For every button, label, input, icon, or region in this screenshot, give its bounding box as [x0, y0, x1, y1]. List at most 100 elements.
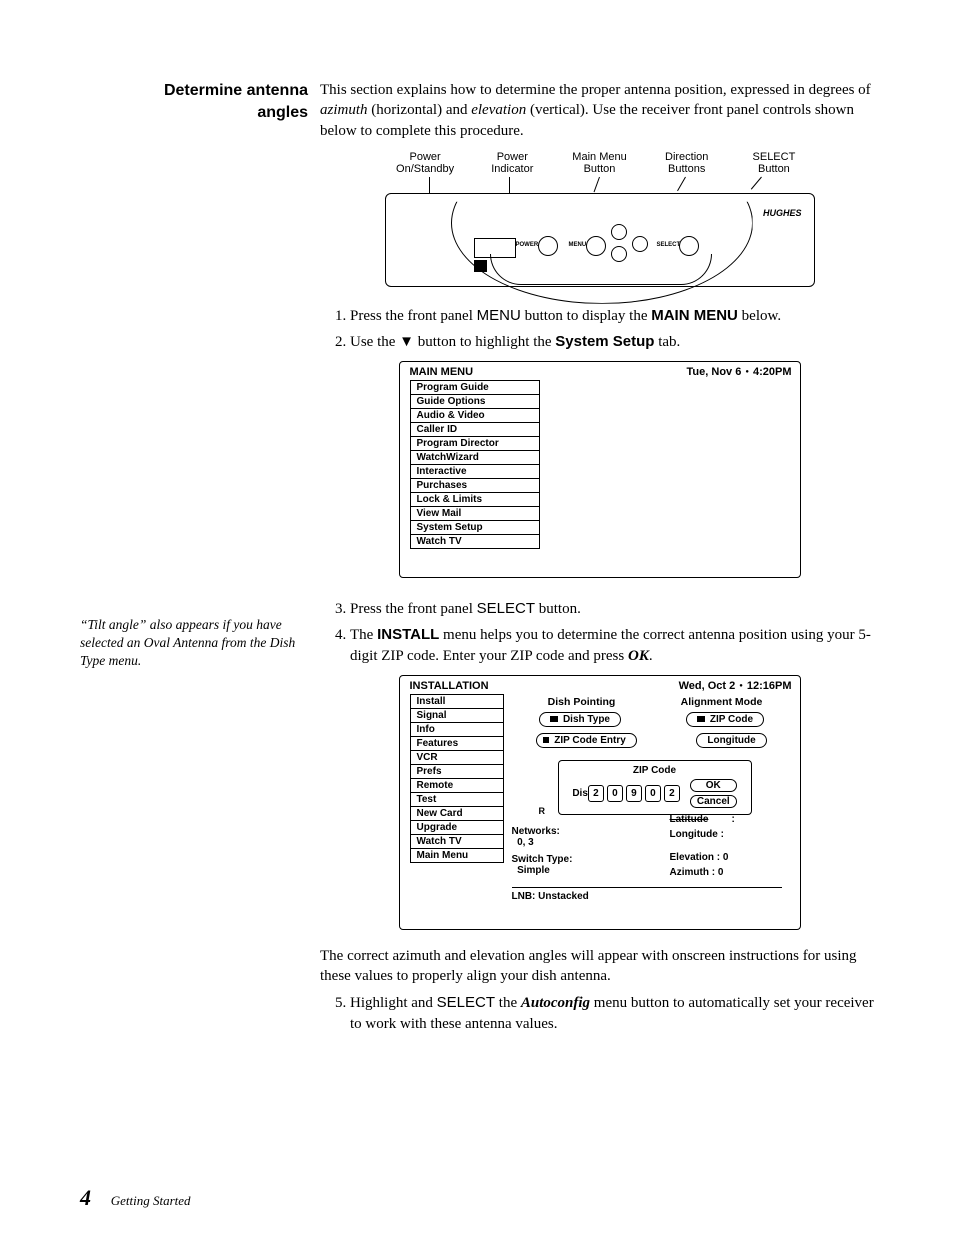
- front-panel-figure: PowerOn/Standby PowerIndicator Main Menu…: [385, 151, 815, 287]
- main-menu-screen: MAIN MENU Tue, Nov 64:20PM Program Guide…: [399, 361, 801, 578]
- mm-guide-options[interactable]: Guide Options: [411, 394, 539, 408]
- footer-title: Getting Started: [111, 1193, 191, 1208]
- dot-icon: [735, 680, 747, 692]
- callout-menu-button: Main MenuButton: [559, 151, 640, 175]
- zip-d4[interactable]: 0: [645, 785, 661, 802]
- select-button[interactable]: [679, 236, 699, 256]
- mm-program-director[interactable]: Program Director: [411, 436, 539, 450]
- mm-caller-id[interactable]: Caller ID: [411, 422, 539, 436]
- section-title: Determine antenna angles: [0, 80, 308, 123]
- section-title-line2: angles: [257, 104, 308, 121]
- zip-d3[interactable]: 9: [626, 785, 642, 802]
- page-number: 4: [80, 1185, 91, 1210]
- lbl-networks: Networks: 0, 3: [512, 826, 560, 848]
- lbl-latitude: Latitude: [670, 814, 709, 825]
- main-menu-datetime: Tue, Nov 64:20PM: [687, 366, 792, 378]
- panel-callouts: PowerOn/Standby PowerIndicator Main Menu…: [385, 151, 815, 175]
- text-autoconfig: Autoconfig: [521, 995, 590, 1011]
- installation-screen: INSTALLATION Wed, Oct 212:16PM Install S…: [399, 675, 801, 930]
- mm-watch-tv[interactable]: Watch TV: [411, 534, 539, 548]
- callout-direction-buttons: DirectionButtons: [646, 151, 727, 175]
- intro-text: This section explains how to determine t…: [320, 82, 871, 98]
- intro-elevation: elevation: [471, 102, 526, 118]
- step-2: Use the ▼ button to highlight the System…: [350, 331, 879, 353]
- intro-paragraph: This section explains how to determine t…: [320, 80, 879, 141]
- up-button[interactable]: [611, 224, 627, 240]
- install-header: INSTALLATION Wed, Oct 212:16PM: [400, 676, 800, 694]
- hdr-dish-pointing: Dish Pointing: [512, 696, 652, 708]
- down-triangle-icon: ▼: [399, 334, 414, 350]
- page-footer: 4 Getting Started: [80, 1185, 191, 1211]
- lbl-longitude: Longitude :: [670, 829, 724, 840]
- right-button[interactable]: [632, 236, 648, 252]
- mm-program-guide[interactable]: Program Guide: [411, 380, 539, 394]
- lbl-elevation: Elevation : 0: [670, 852, 729, 863]
- callout-select-button: SELECTButton: [733, 151, 814, 175]
- inst-prefs[interactable]: Prefs: [411, 764, 503, 778]
- zip-d2[interactable]: 0: [607, 785, 623, 802]
- sidenote-tilt-angle: “Tilt angle” also appears if you have se…: [80, 616, 308, 671]
- text-main-menu: MAIN MENU: [651, 307, 738, 324]
- inst-main-menu[interactable]: Main Menu: [411, 848, 503, 862]
- steps-5: Highlight and SELECT the Autoconfig menu…: [320, 992, 879, 1035]
- zip-d5[interactable]: 2: [664, 785, 680, 802]
- btn-ok[interactable]: OK: [690, 779, 737, 792]
- lbl-azimuth: Azimuth : 0: [670, 867, 724, 878]
- install-side-list: Install Signal Info Features VCR Prefs R…: [410, 694, 504, 863]
- brand-hughes: HUGHES: [763, 208, 802, 218]
- install-datetime: Wed, Oct 212:16PM: [679, 680, 792, 692]
- panel-inner-curve: [490, 254, 712, 285]
- mm-lock-limits[interactable]: Lock & Limits: [411, 492, 539, 506]
- main-menu-header: MAIN MENU Tue, Nov 64:20PM: [400, 362, 800, 380]
- btn-dish-type[interactable]: Dish Type: [539, 712, 621, 727]
- r-prefix: R: [539, 806, 546, 816]
- btn-zip-entry[interactable]: ZIP Code Entry: [536, 733, 637, 748]
- main-menu-title: MAIN MENU: [410, 366, 474, 378]
- mm-view-mail[interactable]: View Mail: [411, 506, 539, 520]
- main-menu-list: Program Guide Guide Options Audio & Vide…: [410, 380, 540, 549]
- btn-longitude[interactable]: Longitude: [696, 733, 766, 748]
- step-3: Press the front panel SELECT button.: [350, 598, 879, 620]
- intro-azimuth: azimuth: [320, 102, 368, 118]
- inst-watch-tv[interactable]: Watch TV: [411, 834, 503, 848]
- text-install: INSTALL: [377, 626, 439, 643]
- hdr-alignment-mode: Alignment Mode: [652, 696, 792, 708]
- inst-test[interactable]: Test: [411, 792, 503, 806]
- install-title: INSTALLATION: [410, 680, 489, 692]
- inst-vcr[interactable]: VCR: [411, 750, 503, 764]
- inst-upgrade[interactable]: Upgrade: [411, 820, 503, 834]
- zip-prefix-dis: Dis: [572, 788, 588, 799]
- square-icon: [543, 737, 549, 743]
- inst-install[interactable]: Install: [411, 694, 503, 708]
- callout-power-indicator: PowerIndicator: [472, 151, 553, 175]
- inst-signal[interactable]: Signal: [411, 708, 503, 722]
- down-button[interactable]: [611, 246, 627, 262]
- mm-audio-video[interactable]: Audio & Video: [411, 408, 539, 422]
- inst-info[interactable]: Info: [411, 722, 503, 736]
- section-title-line1: Determine antenna: [164, 82, 308, 99]
- sidenote-col: “Tilt angle” also appears if you have se…: [0, 594, 320, 1040]
- square-icon: [550, 716, 558, 722]
- inst-new-card[interactable]: New Card: [411, 806, 503, 820]
- steps-3-4: Press the front panel SELECT button. The…: [320, 598, 879, 667]
- mm-watchwizard[interactable]: WatchWizard: [411, 450, 539, 464]
- inst-features[interactable]: Features: [411, 736, 503, 750]
- zip-popup-title: ZIP Code: [565, 765, 745, 776]
- power-button[interactable]: [538, 236, 558, 256]
- inst-remote[interactable]: Remote: [411, 778, 503, 792]
- text-select-2: SELECT: [437, 994, 495, 1011]
- section-row-2: “Tilt angle” also appears if you have se…: [0, 594, 954, 1040]
- text-ok: OK: [628, 648, 649, 664]
- body-col-2: Press the front panel SELECT button. The…: [320, 594, 954, 1040]
- mm-system-setup[interactable]: System Setup: [411, 520, 539, 534]
- mm-purchases[interactable]: Purchases: [411, 478, 539, 492]
- btn-zip-code[interactable]: ZIP Code: [686, 712, 764, 727]
- section-row: Determine antenna angles This section ex…: [0, 80, 954, 594]
- menu-button[interactable]: [586, 236, 606, 256]
- zip-popup: ZIP Code Dis 2 0 9 0 2: [558, 760, 752, 815]
- zip-d1[interactable]: 2: [588, 785, 604, 802]
- btn-cancel[interactable]: Cancel: [690, 795, 737, 808]
- section-heading-col: Determine antenna angles: [0, 80, 320, 594]
- mm-interactive[interactable]: Interactive: [411, 464, 539, 478]
- panel-outline: POWER MENU SELECT HUGHES: [385, 193, 815, 287]
